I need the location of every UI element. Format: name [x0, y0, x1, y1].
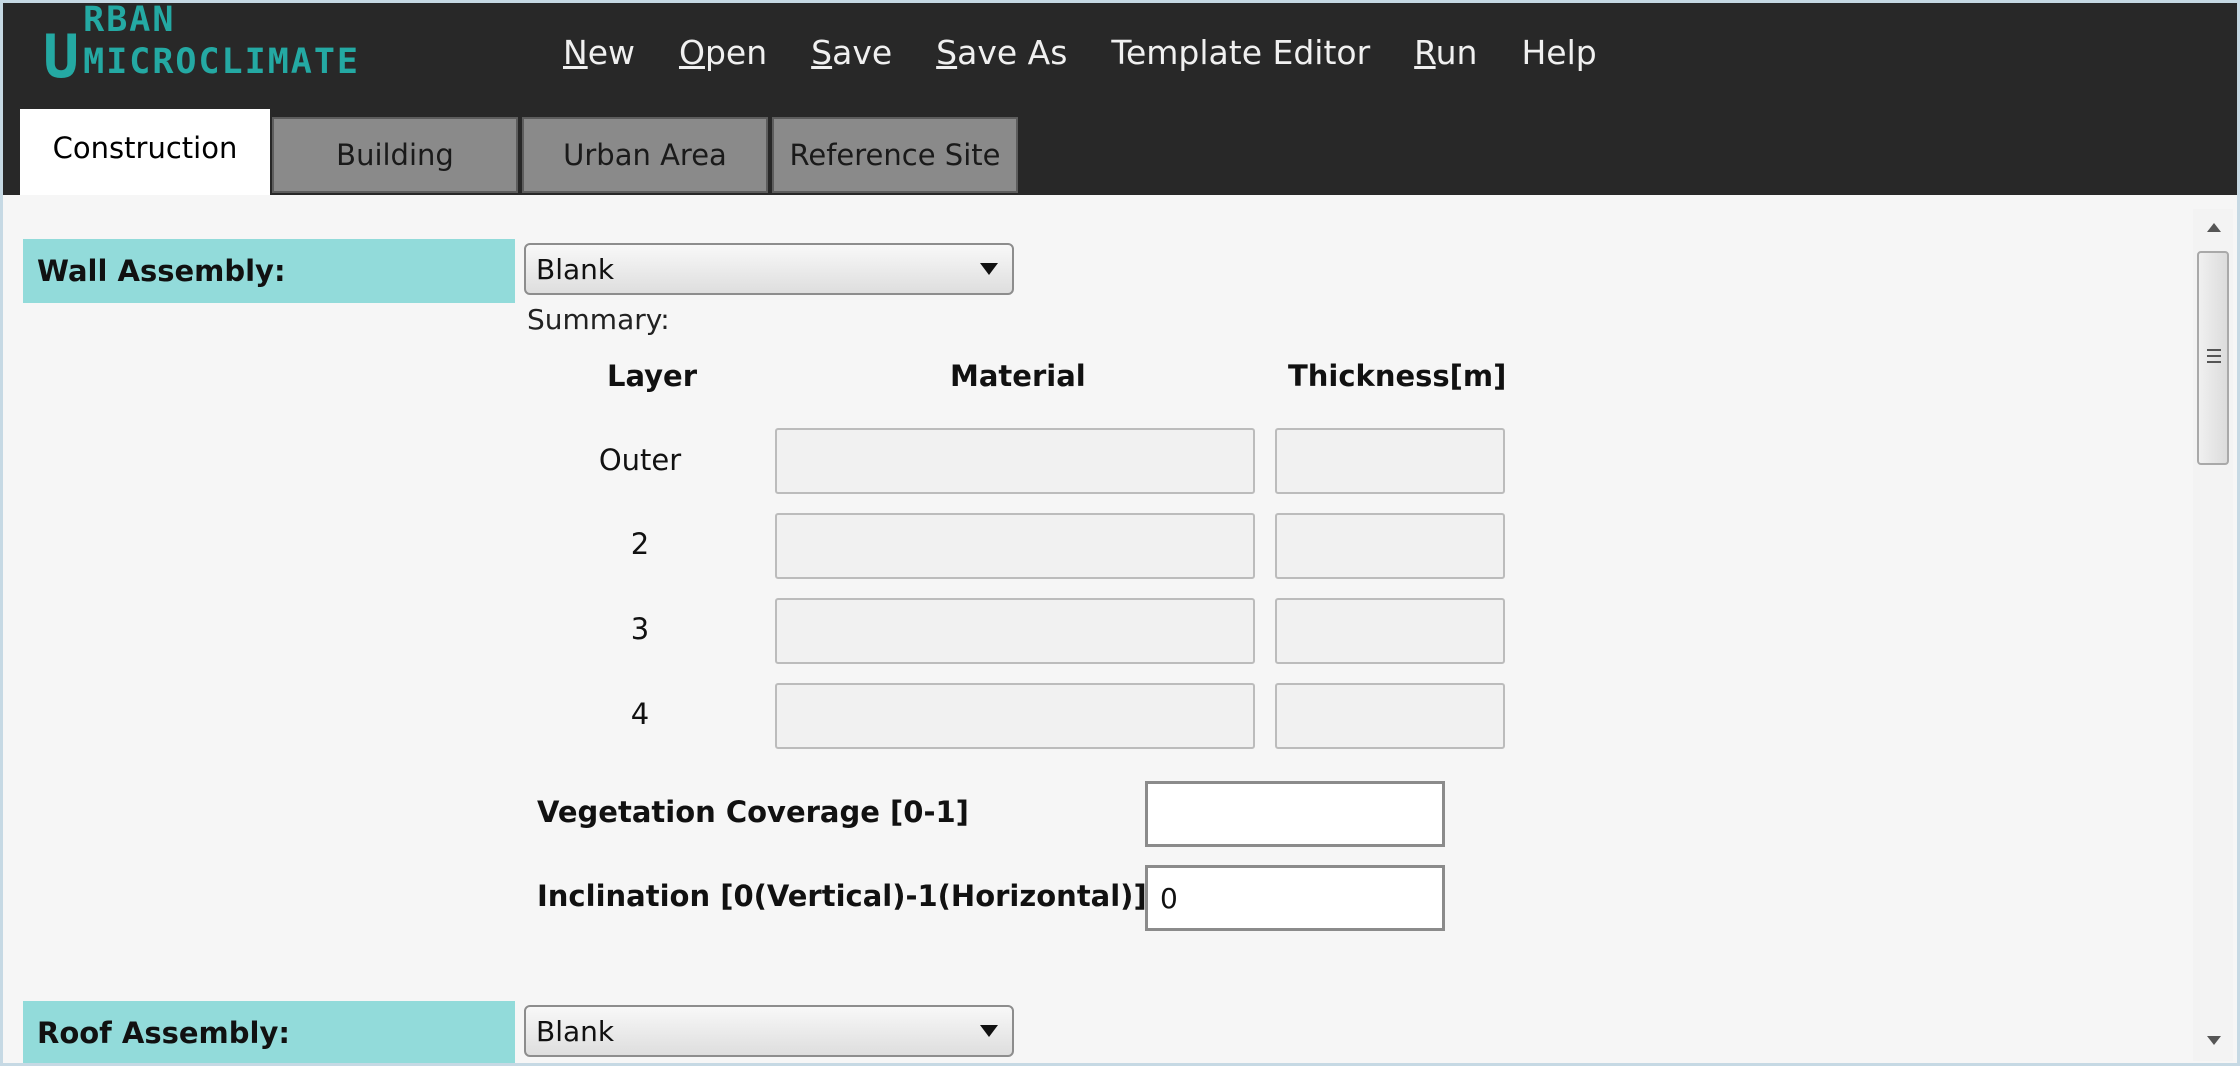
material-field-3[interactable] — [775, 598, 1255, 664]
menu-save-as[interactable]: Save As — [936, 33, 1067, 72]
menu-run-mnemonic: R — [1414, 33, 1436, 72]
thickness-field-outer[interactable] — [1275, 428, 1505, 494]
menu-help[interactable]: Help — [1521, 33, 1596, 72]
inclination-label: Inclination [0(Vertical)-1(Horizontal)] — [537, 879, 1147, 913]
thickness-field-3[interactable] — [1275, 598, 1505, 664]
construction-panel: Wall Assembly: Blank Summary: Layer Mate… — [3, 195, 2183, 1063]
wall-assembly-select[interactable]: Blank — [524, 243, 1014, 295]
chevron-down-icon — [980, 1025, 998, 1037]
scroll-up-arrow-icon[interactable] — [2207, 223, 2221, 232]
menu-save-label: ave — [832, 33, 893, 72]
title-bar: U RBAN MICROCLIMATE New Open Save Save A… — [3, 3, 2237, 195]
roof-assembly-label: Roof Assembly: — [23, 1001, 515, 1063]
column-header-thickness: Thickness[m] — [1288, 359, 1507, 393]
menu-open-label: pen — [704, 33, 768, 72]
tab-construction[interactable]: Construction — [20, 109, 270, 195]
material-field-outer[interactable] — [775, 428, 1255, 494]
roof-assembly-selected: Blank — [536, 1014, 615, 1048]
menu-run-label: un — [1435, 33, 1478, 72]
vegetation-coverage-input[interactable] — [1145, 781, 1445, 847]
inclination-input[interactable]: 0 — [1145, 865, 1445, 931]
menu-save-as-label: ave As — [957, 33, 1068, 72]
tab-building[interactable]: Building — [272, 117, 518, 193]
wall-assembly-label: Wall Assembly: — [23, 239, 515, 303]
column-header-material: Material — [950, 359, 1086, 393]
scroll-down-arrow-icon[interactable] — [2207, 1036, 2221, 1045]
menu-open-mnemonic: O — [678, 33, 705, 72]
menu-save[interactable]: Save — [811, 33, 892, 72]
material-field-4[interactable] — [775, 683, 1255, 749]
tab-reference-site[interactable]: Reference Site — [772, 117, 1018, 193]
vertical-scrollbar[interactable] — [2193, 209, 2233, 1061]
vegetation-coverage-label: Vegetation Coverage [0-1] — [537, 795, 969, 829]
menu-new-mnemonic: N — [563, 33, 588, 72]
tab-urban-area[interactable]: Urban Area — [522, 117, 768, 193]
chevron-down-icon — [980, 263, 998, 275]
thickness-field-4[interactable] — [1275, 683, 1505, 749]
menu-save-as-mnemonic: S — [936, 33, 958, 72]
menu-bar: New Open Save Save As Template Editor Ru… — [563, 33, 1641, 72]
app-logo: U RBAN MICROCLIMATE — [43, 3, 423, 92]
app-window: U RBAN MICROCLIMATE New Open Save Save A… — [3, 3, 2237, 1063]
menu-template-editor[interactable]: Template Editor — [1111, 33, 1370, 72]
thickness-field-2[interactable] — [1275, 513, 1505, 579]
menu-run[interactable]: Run — [1414, 33, 1477, 72]
logo-text: RBAN MICROCLIMATE — [83, 3, 360, 82]
menu-new-label: ew — [587, 33, 635, 72]
summary-label: Summary: — [527, 303, 670, 336]
scrollbar-thumb[interactable] — [2197, 251, 2229, 465]
grip-icon — [2207, 349, 2221, 367]
layer-label-3: 3 — [630, 612, 650, 646]
layer-label-2: 2 — [630, 527, 650, 561]
roof-assembly-select[interactable]: Blank — [524, 1005, 1014, 1057]
menu-help-label: Help — [1521, 33, 1597, 72]
column-header-layer: Layer — [607, 359, 698, 393]
layer-label-outer: Outer — [598, 443, 682, 477]
wall-assembly-selected: Blank — [536, 252, 615, 286]
menu-save-mnemonic: S — [811, 33, 833, 72]
menu-template-editor-label: Template Editor — [1111, 33, 1371, 72]
material-field-2[interactable] — [775, 513, 1255, 579]
layer-label-4: 4 — [630, 697, 650, 731]
logo-initial: U — [43, 22, 82, 92]
menu-new[interactable]: New — [563, 33, 635, 72]
menu-open[interactable]: Open — [679, 33, 767, 72]
